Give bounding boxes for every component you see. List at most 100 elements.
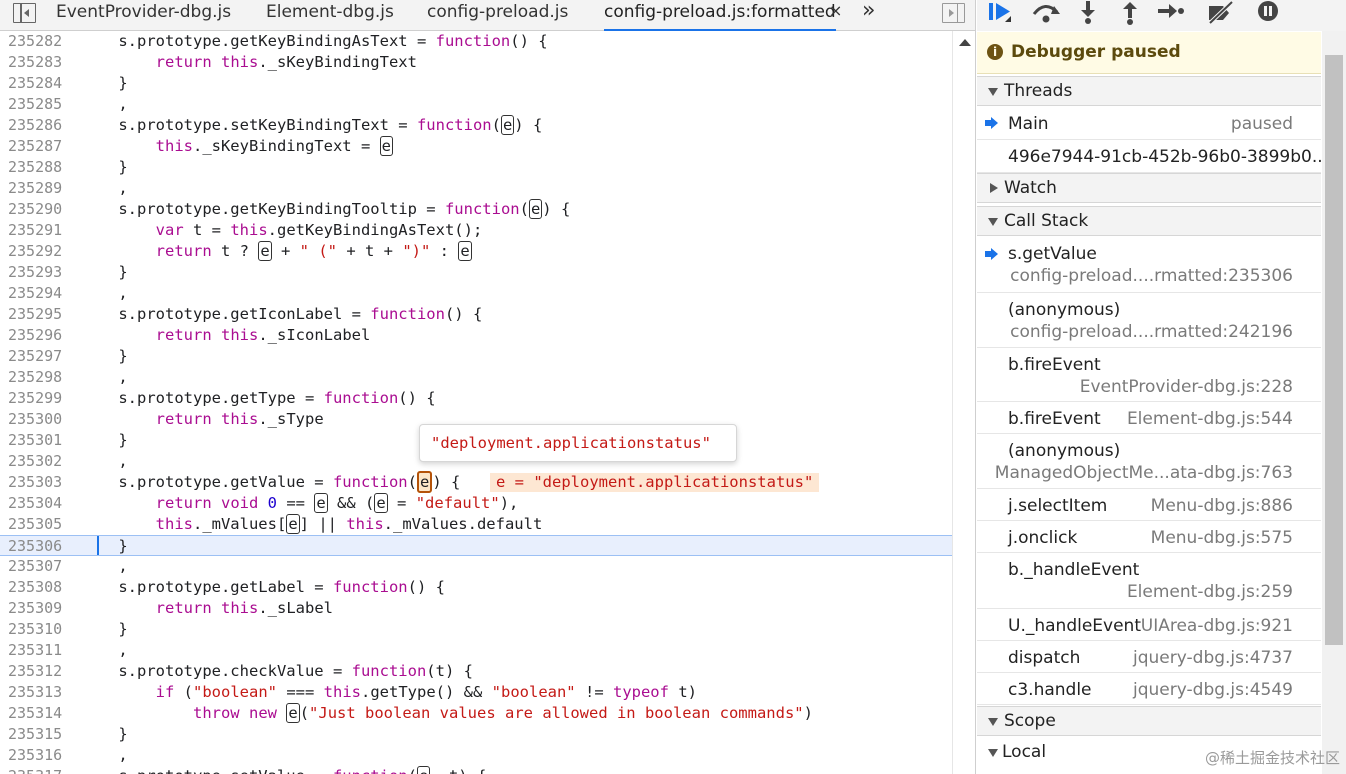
line-number[interactable]: 235317 [8, 766, 70, 774]
code-line[interactable]: 235307 , [0, 556, 952, 577]
line-number[interactable]: 235290 [8, 199, 70, 220]
debugger-scrollbar[interactable] [1322, 31, 1346, 774]
call-frame[interactable]: s.getValue config-preload....rmatted:2353… [977, 238, 1321, 293]
code-line[interactable]: 235296 return this._sIconLabel [0, 325, 952, 346]
pause-on-exceptions-icon[interactable] [1251, 0, 1285, 26]
code-line[interactable]: 235282 s.prototype.getKeyBindingAsText =… [0, 31, 952, 52]
line-number[interactable]: 235297 [8, 346, 70, 367]
line-number[interactable]: 235302 [8, 451, 70, 472]
code-line[interactable]: 235315 } [0, 724, 952, 745]
code-line[interactable]: 235292 return t ? e + " (" + t + ")" : e [0, 241, 952, 262]
line-number[interactable]: 235309 [8, 598, 70, 619]
scrollbar-thumb[interactable] [1325, 55, 1343, 645]
line-number[interactable]: 235283 [8, 52, 70, 73]
scroll-up-arrow-icon[interactable] [959, 39, 971, 46]
call-frame[interactable]: c3.handle jquery-dbg.js:4549 [977, 674, 1321, 705]
tab-element[interactable]: Element-dbg.js [266, 0, 394, 31]
line-number[interactable]: 235306 [8, 536, 70, 557]
thread-worker[interactable]: 496e7944-91cb-452b-96b0-3899b0... [977, 141, 1328, 173]
line-number[interactable]: 235295 [8, 304, 70, 325]
call-stack-header[interactable]: Call Stack [977, 206, 1321, 236]
line-number[interactable]: 235286 [8, 115, 70, 136]
call-frame[interactable]: U._handleEvent UIArea-dbg.js:921 [977, 610, 1321, 641]
line-number[interactable]: 235284 [8, 73, 70, 94]
code-line[interactable]: 235293 } [0, 262, 952, 283]
line-number[interactable]: 235310 [8, 619, 70, 640]
call-frame[interactable]: (anonymous) config-preload....rmatted:242… [977, 294, 1321, 348]
code-line[interactable]: 235311 , [0, 640, 952, 661]
watch-header[interactable]: Watch [977, 173, 1321, 203]
editor-scrollbar[interactable] [952, 31, 975, 774]
code-line-current[interactable]: 235306 } [0, 535, 952, 556]
more-tabs-icon[interactable]: » [862, 0, 875, 23]
code-line[interactable]: 235308 s.prototype.getLabel = function()… [0, 577, 952, 598]
code-line[interactable]: 235316 , [0, 745, 952, 766]
code-line[interactable]: 235288 } [0, 157, 952, 178]
line-number[interactable]: 235300 [8, 409, 70, 430]
code-line[interactable]: 235299 s.prototype.getType = function() … [0, 388, 952, 409]
tab-config-preload[interactable]: config-preload.js [427, 0, 568, 31]
line-number[interactable]: 235304 [8, 493, 70, 514]
code-line[interactable]: 235284 } [0, 73, 952, 94]
code-line[interactable]: 235287 this._sKeyBindingText = e [0, 136, 952, 157]
line-number[interactable]: 235299 [8, 388, 70, 409]
code-line[interactable]: 235286 s.prototype.setKeyBindingText = f… [0, 115, 952, 136]
code-line[interactable]: 235305 this._mValues[e] || this._mValues… [0, 514, 952, 535]
line-number[interactable]: 235287 [8, 136, 70, 157]
call-frame[interactable]: j.selectItem Menu-dbg.js:886 [977, 490, 1321, 521]
line-number[interactable]: 235288 [8, 157, 70, 178]
tab-config-preload-formatted[interactable]: config-preload.js:formatted [604, 0, 836, 31]
code-line[interactable]: 235309 return this._sLabel [0, 598, 952, 619]
code-line[interactable]: 235317 s.prototype.setValue = function(e… [0, 766, 952, 774]
call-frame[interactable]: b.fireEvent Element-dbg.js:544 [977, 403, 1321, 434]
line-number[interactable]: 235294 [8, 283, 70, 304]
line-number[interactable]: 235282 [8, 31, 70, 52]
code-editor[interactable]: 235282 s.prototype.getKeyBindingAsText =… [0, 31, 952, 774]
line-number[interactable]: 235296 [8, 325, 70, 346]
resume-icon[interactable] [985, 0, 1019, 26]
line-number[interactable]: 235315 [8, 724, 70, 745]
line-number[interactable]: 235308 [8, 577, 70, 598]
close-tab-icon[interactable]: × [829, 1, 842, 20]
threads-header[interactable]: Threads [977, 76, 1321, 106]
code-line[interactable]: 235312 s.prototype.checkValue = function… [0, 661, 952, 682]
line-number[interactable]: 235314 [8, 703, 70, 724]
call-frame[interactable]: j.onclick Menu-dbg.js:575 [977, 522, 1321, 553]
line-number[interactable]: 235316 [8, 745, 70, 766]
tab-eventprovider[interactable]: EventProvider-dbg.js [56, 0, 231, 31]
line-number[interactable]: 235291 [8, 220, 70, 241]
line-number[interactable]: 235301 [8, 430, 70, 451]
deactivate-breakpoints-icon[interactable] [1205, 0, 1239, 26]
call-frame[interactable]: (anonymous) ManagedObjectMe...ata-dbg.js:… [977, 435, 1321, 489]
line-number[interactable]: 235289 [8, 178, 70, 199]
toggle-navigator-icon[interactable] [13, 3, 36, 23]
code-line[interactable]: 235285 , [0, 94, 952, 115]
thread-main[interactable]: Main paused [977, 107, 1321, 140]
code-line[interactable]: 235314 throw new e ("Just boolean values … [0, 703, 952, 724]
line-number[interactable]: 235311 [8, 640, 70, 661]
code-line[interactable]: 235294 , [0, 283, 952, 304]
scope-header[interactable]: Scope [977, 706, 1321, 736]
line-number[interactable]: 235303 [8, 472, 70, 493]
code-line[interactable]: 235297 } [0, 346, 952, 367]
code-line[interactable]: 235289 , [0, 178, 952, 199]
code-line[interactable]: 235295 s.prototype.getIconLabel = functi… [0, 304, 952, 325]
line-number[interactable]: 235312 [8, 661, 70, 682]
line-number[interactable]: 235293 [8, 262, 70, 283]
step-into-icon[interactable] [1071, 0, 1105, 26]
line-number[interactable]: 235285 [8, 94, 70, 115]
code-line[interactable]: 235310 } [0, 619, 952, 640]
line-number[interactable]: 235307 [8, 556, 70, 577]
code-line[interactable]: 235298 , [0, 367, 952, 388]
step-icon[interactable] [1154, 0, 1188, 26]
code-line[interactable]: 235313 if ("boolean" === this.getType() … [0, 682, 952, 703]
call-frame[interactable]: b._handleEvent Element-dbg.js:259 [977, 554, 1321, 609]
code-line[interactable]: 235283 return this._sKeyBindingText [0, 52, 952, 73]
call-frame[interactable]: dispatch jquery-dbg.js:4737 [977, 642, 1321, 673]
code-line[interactable]: 235303 s.prototype.getValue = function(e… [0, 471, 952, 493]
step-out-icon[interactable] [1113, 0, 1147, 26]
line-number[interactable]: 235313 [8, 682, 70, 703]
step-over-icon[interactable] [1030, 0, 1064, 26]
line-number[interactable]: 235305 [8, 514, 70, 535]
toggle-debugger-icon[interactable] [942, 3, 965, 23]
